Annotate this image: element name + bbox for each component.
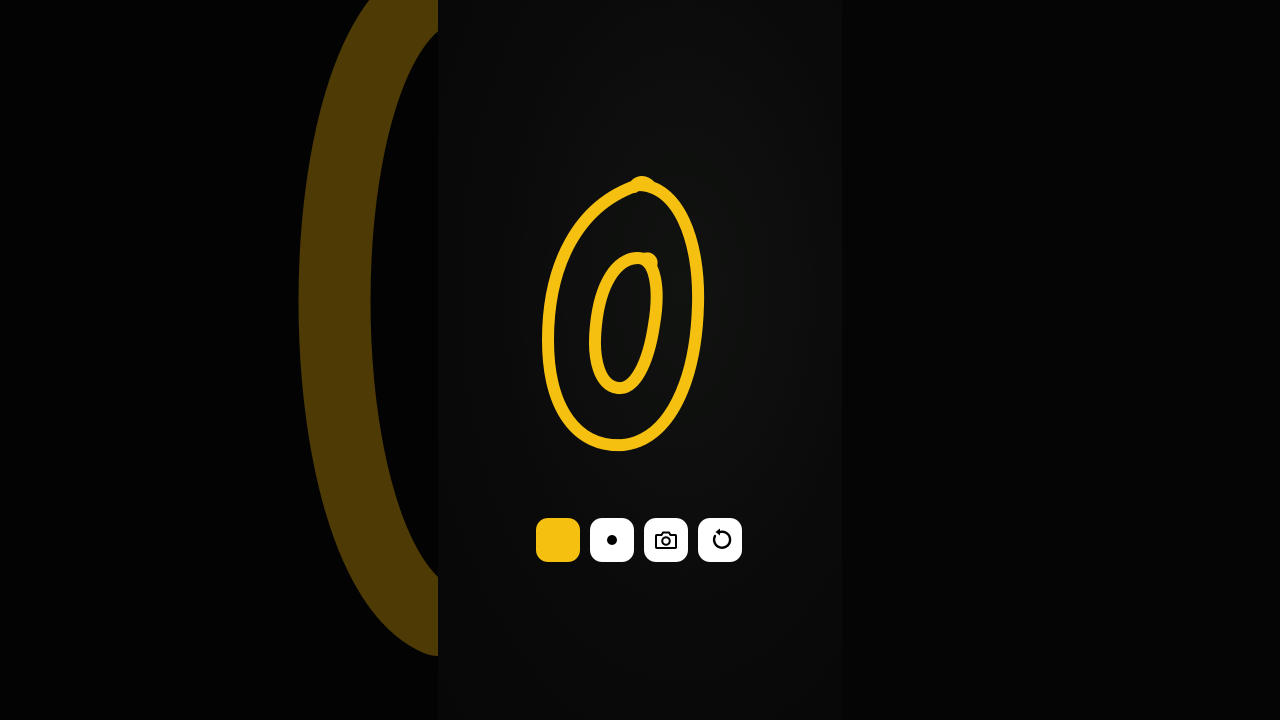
dot-icon [607, 535, 617, 545]
video-frame [0, 0, 1280, 720]
drawn-stroke [438, 0, 842, 720]
reset-button[interactable] [698, 518, 742, 562]
undo-rotate-icon [712, 528, 732, 549]
camera-icon [655, 531, 677, 549]
snapshot-button[interactable] [644, 518, 688, 562]
drawing-toolbar [536, 518, 746, 564]
color-swatch-button[interactable] [536, 518, 580, 562]
blurred-right-panel [842, 0, 1280, 720]
brush-size-button[interactable] [590, 518, 634, 562]
blurred-drawing-echo [0, 0, 438, 720]
